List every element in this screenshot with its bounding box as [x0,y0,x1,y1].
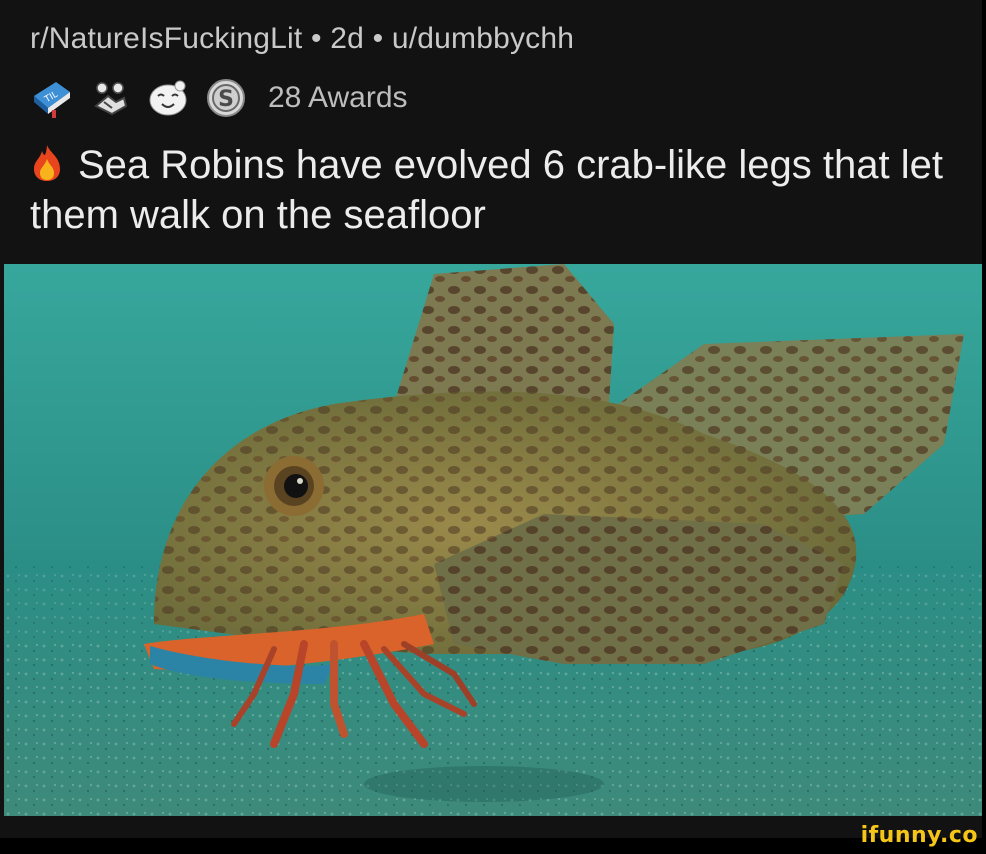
book-award-icon: TIL [30,76,74,120]
meta-separator: • [372,22,384,55]
svg-text:S: S [218,87,234,112]
post-title-text: Sea Robins have evolved 6 crab-like legs… [30,143,943,237]
post-title[interactable]: Sea Robins have evolved 6 crab-like legs… [30,140,960,240]
sea-robin-photo [4,264,982,816]
post-image[interactable] [4,264,982,816]
handshake-award-icon [88,76,132,120]
smiling-face-award-icon [146,76,190,120]
author-link[interactable]: u/dumbbychh [392,22,574,55]
awards-count: 28 Awards [268,81,408,114]
ifunny-watermark: ifunny.co [860,823,978,848]
post-card: r/NatureIsFuckingLit • 2d • u/dumbbychh … [0,0,982,838]
post-meta: r/NatureIsFuckingLit • 2d • u/dumbbychh [30,22,574,56]
subreddit-link[interactable]: r/NatureIsFuckingLit [30,22,302,55]
silver-coin-award-icon: S [204,76,248,120]
fire-icon [30,143,64,183]
awards-row[interactable]: TIL S 28 Awards [30,76,408,120]
post-age: 2d [330,22,365,55]
meta-separator: • [310,22,322,55]
